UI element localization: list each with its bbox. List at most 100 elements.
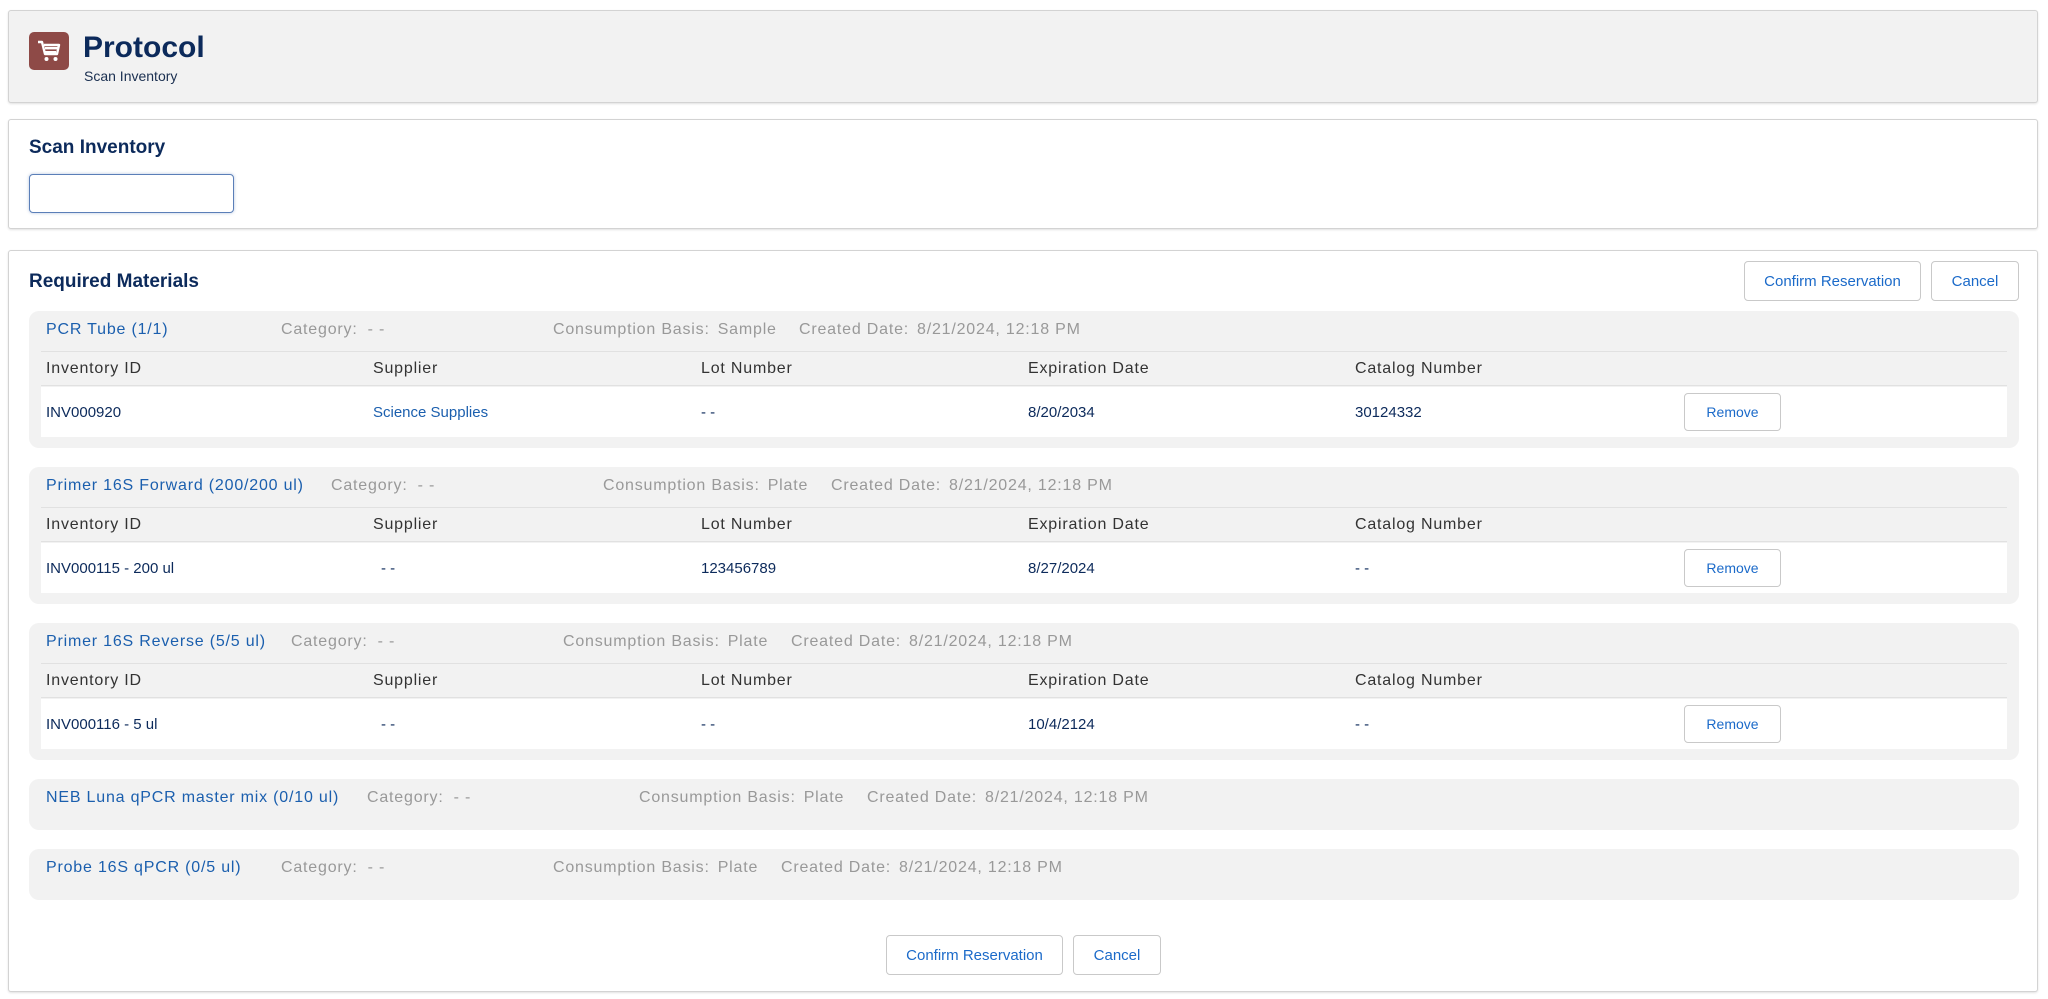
category-label: Category: (367, 789, 444, 806)
table-header: Inventory ID Supplier Lot Number Expiration… (41, 663, 2007, 698)
consumption-basis-label: Consumption Basis: (603, 477, 760, 494)
inventory-id-cell: INV000115 - 200 ul (46, 559, 175, 577)
column-header: Catalog Number (1355, 359, 1483, 377)
category-label: Category: (291, 633, 368, 650)
category-value: - - (367, 321, 386, 338)
material-name-link[interactable]: NEB Luna qPCR master mix (0/10 ul) (46, 789, 339, 807)
column-header: Inventory ID (46, 515, 142, 533)
consumption-basis-value: Sample (717, 321, 777, 338)
created-date-value: 8/21/2024, 12:18 PM (899, 859, 1063, 876)
catalog-number-cell: - - (1355, 715, 1370, 733)
inventory-id-cell: INV000920 (46, 403, 122, 421)
column-header: Expiration Date (1028, 671, 1150, 689)
page-header: Protocol Scan Inventory (8, 10, 2038, 103)
inventory-id-cell: INV000116 - 5 ul (46, 715, 158, 733)
column-header: Lot Number (701, 359, 793, 377)
column-header: Catalog Number (1355, 671, 1483, 689)
scan-inventory-input[interactable] (29, 174, 234, 213)
lot-number-cell: - - (701, 403, 716, 421)
material-name-link[interactable]: Primer 16S Reverse (5/5 ul) (46, 633, 266, 651)
column-header: Supplier (373, 515, 439, 533)
category-value: - - (417, 477, 436, 494)
category-value: - - (377, 633, 396, 650)
created-date-value: 8/21/2024, 12:18 PM (909, 633, 1073, 650)
created-date-meta: Created Date: 8/21/2024, 12:18 PM (781, 859, 1063, 877)
cancel-button[interactable]: Cancel (1931, 261, 2019, 301)
material-group: Primer 16S Forward (200/200 ul) Category:… (29, 467, 2019, 604)
consumption-basis-value: Plate (727, 633, 769, 650)
created-date-meta: Created Date: 8/21/2024, 12:18 PM (799, 321, 1081, 339)
material-name-link[interactable]: Probe 16S qPCR (0/5 ul) (46, 859, 241, 877)
consumption-basis-value: Plate (717, 859, 759, 876)
supplier-cell[interactable]: Science Supplies (373, 387, 488, 437)
created-date-meta: Created Date: 8/21/2024, 12:18 PM (831, 477, 1113, 495)
created-date-label: Created Date: (781, 859, 892, 876)
column-header: Inventory ID (46, 359, 142, 377)
catalog-number-cell: - - (1355, 559, 1370, 577)
catalog-number-cell: 30124332 (1355, 403, 1422, 421)
remove-button[interactable]: Remove (1684, 393, 1781, 431)
created-date-label: Created Date: (831, 477, 942, 494)
consumption-basis-meta: Consumption Basis: Plate (553, 859, 758, 877)
remove-button[interactable]: Remove (1684, 705, 1781, 743)
consumption-basis-value: Plate (803, 789, 845, 806)
cancel-button-bottom[interactable]: Cancel (1073, 935, 1161, 975)
material-group: Primer 16S Reverse (5/5 ul) Category: - -C… (29, 623, 2019, 760)
required-materials-panel: Required Materials Confirm Reservation C… (8, 250, 2038, 992)
consumption-basis-meta: Consumption Basis: Plate (603, 477, 808, 495)
supplier-cell: - - (381, 559, 396, 577)
page-title: Protocol (83, 31, 205, 64)
required-materials-title: Required Materials (29, 271, 199, 292)
material-group: PCR Tube (1/1) Category: - - Consumption Ba… (29, 311, 2019, 448)
confirm-reservation-button[interactable]: Confirm Reservation (1744, 261, 1921, 301)
category-label: Category: (281, 321, 358, 338)
scan-inventory-panel: Scan Inventory (8, 119, 2038, 229)
expiration-date-cell: 10/4/2124 (1028, 715, 1095, 733)
consumption-basis-meta: Consumption Basis: Sample (553, 321, 777, 339)
lot-number-cell: - - (701, 715, 716, 733)
created-date-value: 8/21/2024, 12:18 PM (949, 477, 1113, 494)
supplier-cell: - - (381, 715, 396, 733)
scan-inventory-label: Scan Inventory (29, 137, 166, 158)
consumption-basis-value: Plate (767, 477, 809, 494)
consumption-basis-label: Consumption Basis: (563, 633, 720, 650)
remove-button[interactable]: Remove (1684, 549, 1781, 587)
column-header: Lot Number (701, 515, 793, 533)
created-date-meta: Created Date: 8/21/2024, 12:18 PM (867, 789, 1149, 807)
created-date-label: Created Date: (791, 633, 902, 650)
category-label: Category: (281, 859, 358, 876)
column-header: Catalog Number (1355, 515, 1483, 533)
expiration-date-cell: 8/20/2034 (1028, 403, 1095, 421)
category-value: - - (367, 859, 386, 876)
table-header: Inventory ID Supplier Lot Number Expiration… (41, 351, 2007, 386)
material-name-link[interactable]: PCR Tube (1/1) (46, 321, 168, 339)
created-date-label: Created Date: (799, 321, 910, 338)
expiration-date-cell: 8/27/2024 (1028, 559, 1095, 577)
column-header: Supplier (373, 671, 439, 689)
created-date-meta: Created Date: 8/21/2024, 12:18 PM (791, 633, 1073, 651)
shopping-cart-icon (29, 32, 69, 70)
column-header: Inventory ID (46, 671, 142, 689)
consumption-basis-label: Consumption Basis: (553, 859, 710, 876)
category-meta: Category: - - (281, 859, 385, 877)
column-header: Expiration Date (1028, 515, 1150, 533)
confirm-reservation-button-bottom[interactable]: Confirm Reservation (886, 935, 1063, 975)
category-meta: Category: - - (281, 321, 385, 339)
table-row: INV000115 - 200 ul - - 123456789 8/27/2024 -… (41, 543, 2007, 593)
category-label: Category: (331, 477, 408, 494)
material-name-link[interactable]: Primer 16S Forward (200/200 ul) (46, 477, 304, 495)
consumption-basis-meta: Consumption Basis: Plate (639, 789, 844, 807)
material-group: Probe 16S qPCR (0/5 ul) Category: - - Consu… (29, 849, 2019, 900)
consumption-basis-label: Consumption Basis: (553, 321, 710, 338)
column-header: Lot Number (701, 671, 793, 689)
table-header: Inventory ID Supplier Lot Number Expiration… (41, 507, 2007, 542)
consumption-basis-label: Consumption Basis: (639, 789, 796, 806)
lot-number-cell: 123456789 (701, 559, 777, 577)
page-subtitle: Scan Inventory (84, 68, 178, 84)
created-date-value: 8/21/2024, 12:18 PM (917, 321, 1081, 338)
category-meta: Category: - - (291, 633, 395, 651)
material-group: NEB Luna qPCR master mix (0/10 ul) Catego… (29, 779, 2019, 830)
created-date-label: Created Date: (867, 789, 978, 806)
category-meta: Category: - - (367, 789, 471, 807)
consumption-basis-meta: Consumption Basis: Plate (563, 633, 768, 651)
